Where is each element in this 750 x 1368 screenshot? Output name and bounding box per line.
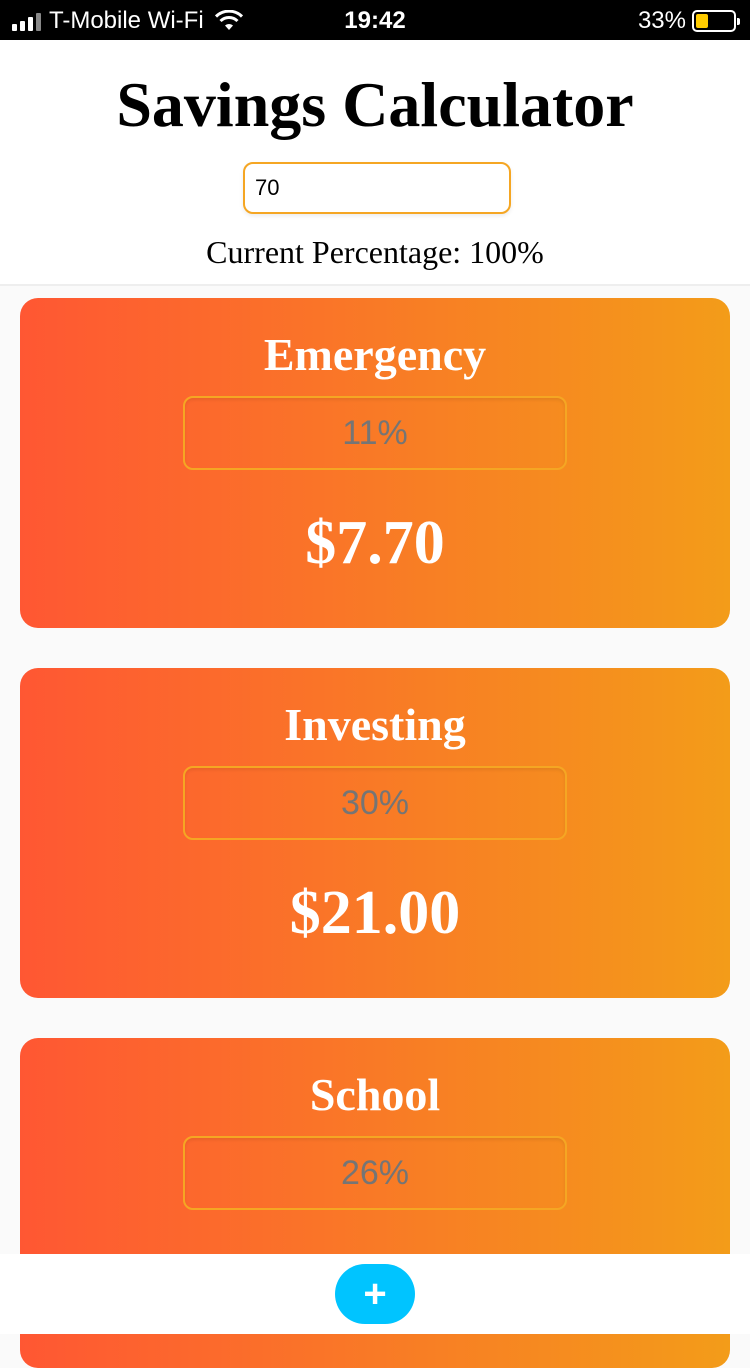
category-percent-input[interactable] (183, 396, 567, 470)
category-percent-input[interactable] (183, 1136, 567, 1210)
category-name: School (309, 1069, 441, 1120)
category-name: Investing (284, 699, 466, 750)
bottom-bar: + (0, 1254, 750, 1334)
calculator-header: Savings Calculator Current Percentage: 1… (0, 40, 750, 286)
status-bar: T-Mobile Wi-Fi 19:42 33% (0, 0, 750, 40)
status-left: T-Mobile Wi-Fi (12, 7, 244, 35)
status-right: 33% (637, 7, 740, 35)
category-card-emergency: Emergency $7.70 (20, 298, 730, 628)
page-title: Savings Calculator (116, 69, 634, 140)
signal-icon (12, 11, 41, 31)
battery-icon (692, 10, 740, 32)
battery-percentage: 33% (637, 7, 686, 34)
category-amount: $21.00 (289, 879, 461, 947)
category-name: Emergency (263, 329, 487, 380)
amount-input[interactable] (243, 162, 511, 214)
wifi-icon (214, 10, 243, 30)
category-amount: $7.70 (305, 509, 445, 577)
category-card-investing: Investing $21.00 (20, 668, 730, 998)
add-category-button[interactable]: + (335, 1264, 415, 1324)
carrier-label: T-Mobile Wi-Fi (49, 7, 204, 34)
current-percentage-label: Current Percentage: 100% (206, 234, 544, 270)
category-percent-input[interactable] (183, 766, 567, 840)
